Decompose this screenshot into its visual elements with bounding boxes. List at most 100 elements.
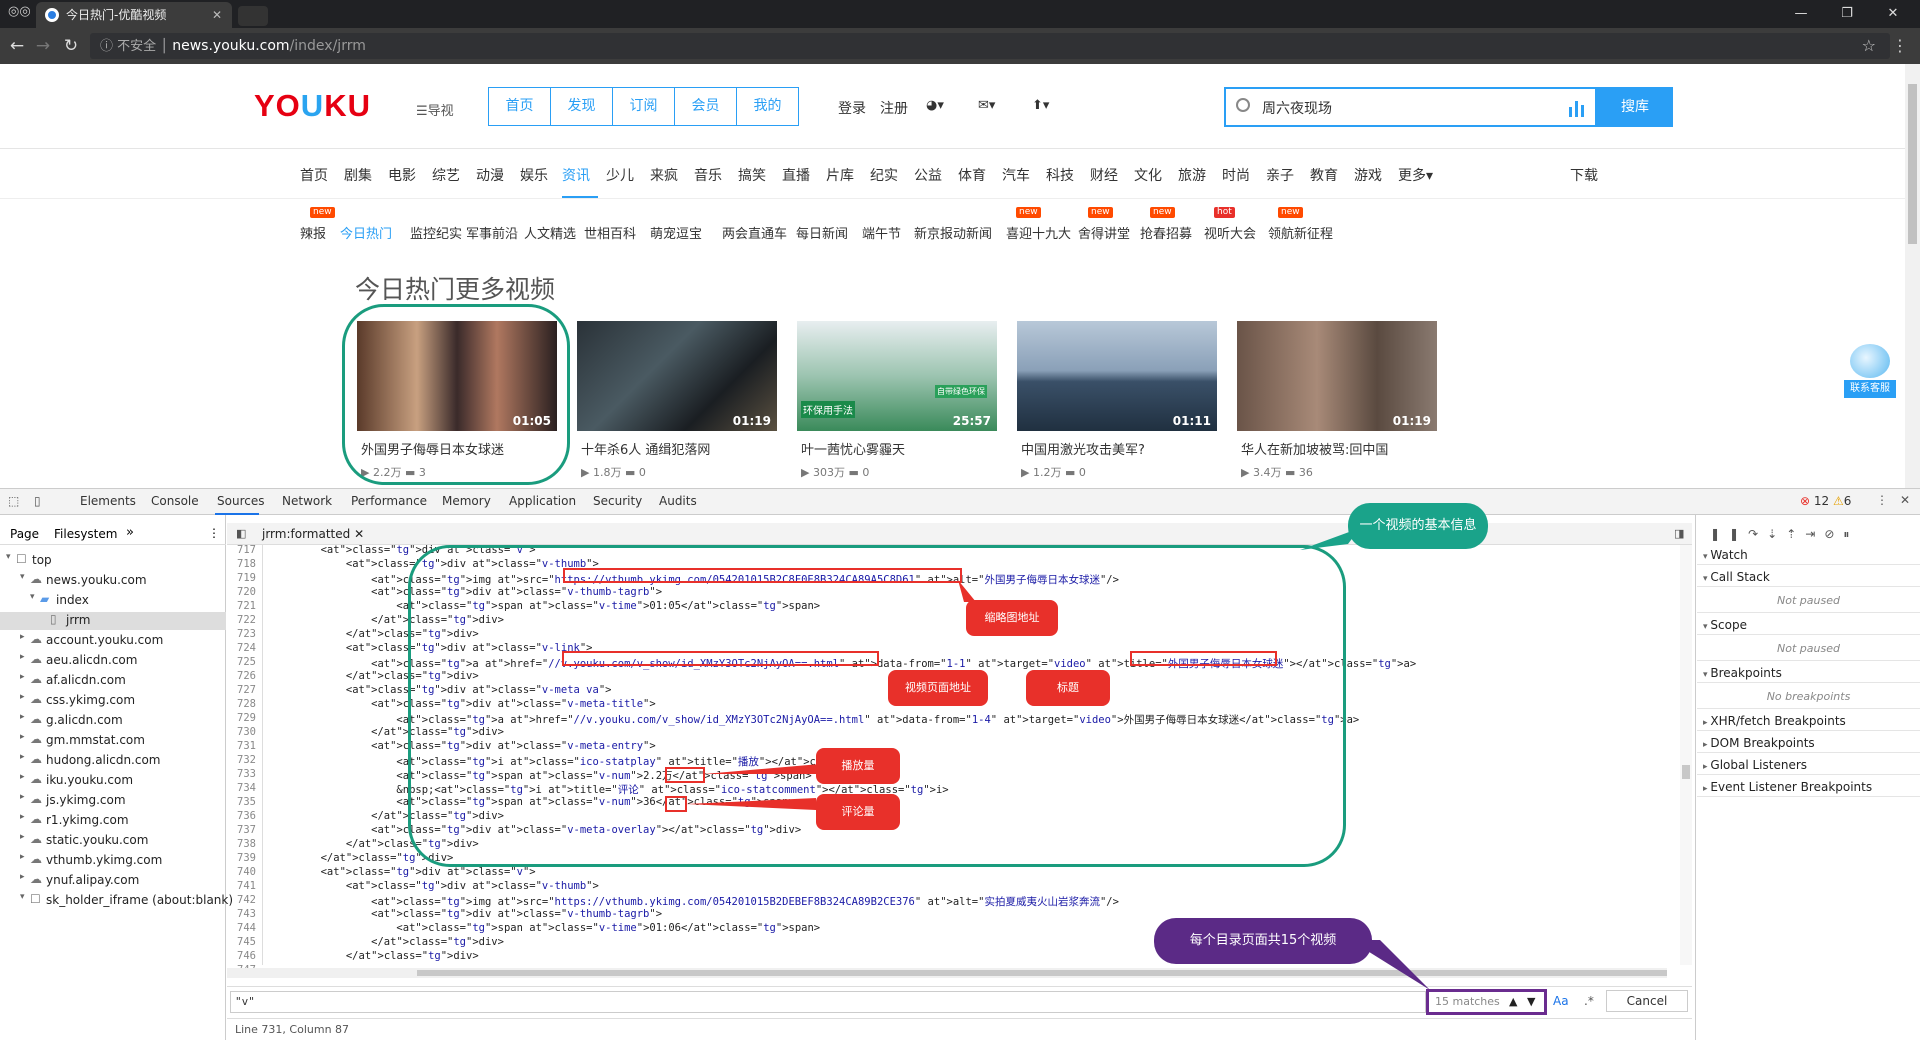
subcategory-6[interactable]: 萌宠逗宝 xyxy=(650,223,702,242)
category-21[interactable]: 时尚 xyxy=(1222,165,1250,185)
tab-page[interactable]: Page xyxy=(10,527,39,541)
guide-menu[interactable]: ☰导视 xyxy=(416,100,454,119)
category-20[interactable]: 旅游 xyxy=(1178,165,1206,185)
subcategory-12[interactable]: 舍得讲堂 xyxy=(1078,223,1130,242)
register-link[interactable]: 注册 xyxy=(880,98,908,118)
navigator-item[interactable]: ▸ ☁ hudong.alicdn.com xyxy=(0,752,226,770)
navigator-item[interactable]: ▸ ☁ aeu.alicdn.com xyxy=(0,652,226,670)
forward-icon[interactable]: → xyxy=(28,28,58,64)
match-case-toggle[interactable]: Aa xyxy=(1553,994,1569,1008)
category-10[interactable]: 搞笑 xyxy=(738,165,766,185)
video-title[interactable]: 华人在新加坡被骂:回中国 xyxy=(1237,439,1437,458)
expand-arrow-icon[interactable]: ▾ xyxy=(20,892,25,902)
restore-icon[interactable]: ❐ xyxy=(1824,0,1870,28)
navigator-item[interactable]: ▸ ☁ vthumb.ykimg.com xyxy=(0,852,226,870)
history-icon[interactable]: ◕▾ xyxy=(926,98,944,113)
category-23[interactable]: 教育 xyxy=(1310,165,1338,185)
browser-menu-icon[interactable]: ⋮ xyxy=(1892,28,1908,64)
expand-arrow-icon[interactable]: ▾ xyxy=(30,592,35,602)
nav-tab-discover[interactable]: 发现 xyxy=(550,87,613,126)
subcategory-2[interactable]: 监控纪实 xyxy=(410,223,462,242)
expand-arrow-icon[interactable]: ▸ xyxy=(20,772,25,782)
debugger-controls[interactable]: ❚❚↷⇣⇡⇥⊘⏸ xyxy=(1710,527,1858,542)
navigator-item[interactable]: ▸ ☁ iku.youku.com xyxy=(0,772,226,790)
navigator-item[interactable]: ▸ ☁ r1.ykimg.com xyxy=(0,812,226,830)
subcategory-9[interactable]: 端午节 xyxy=(862,223,901,242)
subcategory-13[interactable]: 抢春招募 xyxy=(1140,223,1192,242)
video-thumbnail[interactable]: 01:19 xyxy=(577,321,777,431)
navigator-item[interactable]: ▸ ☁ g.alicdn.com xyxy=(0,712,226,730)
subcategory-11[interactable]: 喜迎十九大 xyxy=(1006,223,1071,242)
category-1[interactable]: 剧集 xyxy=(344,165,372,185)
nav-tab-vip[interactable]: 会员 xyxy=(674,87,737,126)
devtools-tab-elements[interactable]: Elements xyxy=(80,494,136,508)
minimize-icon[interactable]: — xyxy=(1778,0,1824,28)
category-24[interactable]: 游戏 xyxy=(1354,165,1382,185)
category-4[interactable]: 动漫 xyxy=(476,165,504,185)
expand-arrow-icon[interactable]: ▾ xyxy=(20,572,25,582)
category-2[interactable]: 电影 xyxy=(388,165,416,185)
browser-tab[interactable]: 今日热门-优酷视频 ✕ xyxy=(36,2,232,28)
category-9[interactable]: 音乐 xyxy=(694,165,722,185)
expand-arrow-icon[interactable]: ▸ xyxy=(20,752,25,762)
devtools-tab-network[interactable]: Network xyxy=(282,494,332,508)
toggle-debugger-icon[interactable]: ◨ xyxy=(1674,527,1684,540)
navigator-item[interactable]: ▸ ☁ ynuf.alipay.com xyxy=(0,872,226,890)
navigator-item[interactable]: ▾ ☐ top xyxy=(0,552,226,570)
inspect-icon[interactable]: ⬚ xyxy=(8,494,19,508)
expand-arrow-icon[interactable]: ▸ xyxy=(20,692,25,702)
nav-tab-subscribe[interactable]: 订阅 xyxy=(612,87,675,126)
subcategory-15[interactable]: 领航新征程 xyxy=(1268,223,1333,242)
regex-toggle[interactable]: .* xyxy=(1584,994,1594,1008)
devtools-close-icon[interactable]: ✕ xyxy=(1900,493,1910,507)
new-tab-button[interactable] xyxy=(238,6,268,26)
category-15[interactable]: 体育 xyxy=(958,165,986,185)
category-5[interactable]: 娱乐 xyxy=(520,165,548,185)
youku-logo[interactable]: YOUKU xyxy=(254,88,371,124)
navigator-item[interactable]: ▾ ☐ sk_holder_iframe (about:blank) xyxy=(0,892,233,910)
video-card[interactable]: 01:19 十年杀6人 通缉犯落网 ▶ 1.8万 ▬ 0 xyxy=(577,321,777,480)
category-0[interactable]: 首页 xyxy=(300,165,328,185)
subcategory-4[interactable]: 人文精选 xyxy=(524,223,576,242)
navigator-item[interactable]: ▸ ☁ gm.mmstat.com xyxy=(0,732,226,750)
navigator-item[interactable]: ▯ jrrm xyxy=(0,612,226,630)
devtools-tab-memory[interactable]: Memory xyxy=(442,494,491,508)
category-22[interactable]: 亲子 xyxy=(1266,165,1294,185)
video-title[interactable]: 十年杀6人 通缉犯落网 xyxy=(577,439,777,458)
debugger-section-0[interactable]: ▾ Watch xyxy=(1697,545,1920,565)
search-button[interactable]: 搜库 xyxy=(1597,87,1673,127)
debugger-section-10[interactable]: ▸ Event Listener Breakpoints xyxy=(1697,777,1920,797)
subcategory-1[interactable]: 今日热门 xyxy=(340,223,392,242)
navigator-menu-icon[interactable]: ⋮ xyxy=(208,526,220,540)
find-input[interactable]: "v" xyxy=(230,991,1426,1013)
debugger-section-8[interactable]: ▸ DOM Breakpoints xyxy=(1697,733,1920,753)
file-tab[interactable]: jrrm:formatted ✕ xyxy=(262,527,364,541)
upload-icon[interactable]: ⬆▾ xyxy=(1032,98,1049,113)
message-icon[interactable]: ✉▾ xyxy=(978,98,995,113)
category-11[interactable]: 直播 xyxy=(782,165,810,185)
login-link[interactable]: 登录 xyxy=(838,98,866,118)
expand-arrow-icon[interactable]: ▸ xyxy=(20,732,25,742)
video-card[interactable]: 环保用手法 自带绿色环保 25:57 叶一茜忧心雾霾天 ▶ 303万 ▬ 0 xyxy=(797,321,997,480)
navigator-item[interactable]: ▸ ☁ af.alicdn.com xyxy=(0,672,226,690)
expand-arrow-icon[interactable]: ▸ xyxy=(20,652,25,662)
subcategory-10[interactable]: 新京报动新闻 xyxy=(914,223,992,242)
navigator-item[interactable]: ▸ ☁ js.ykimg.com xyxy=(0,792,226,810)
debugger-section-5[interactable]: ▾ Breakpoints xyxy=(1697,663,1920,683)
category-7[interactable]: 少儿 xyxy=(606,165,634,185)
next-match-icon[interactable]: ▼ xyxy=(1527,992,1535,1012)
video-thumbnail[interactable]: 01:19 xyxy=(1237,321,1437,431)
expand-arrow-icon[interactable]: ▸ xyxy=(20,832,25,842)
devtools-menu-icon[interactable]: ⋮ xyxy=(1876,493,1888,507)
video-card[interactable]: 01:11 中国用激光攻击美军? ▶ 1.2万 ▬ 0 xyxy=(1017,321,1217,480)
expand-arrow-icon[interactable]: ▸ xyxy=(20,792,25,802)
subcategory-0[interactable]: 辣报 xyxy=(300,223,326,242)
expand-arrow-icon[interactable]: ▸ xyxy=(20,712,25,722)
subcategory-8[interactable]: 每日新闻 xyxy=(796,223,848,242)
debugger-section-7[interactable]: ▸ XHR/fetch Breakpoints xyxy=(1697,711,1920,731)
expand-arrow-icon[interactable]: ▾ xyxy=(6,552,11,562)
download-link[interactable]: 下载 xyxy=(1570,165,1598,185)
issue-counts[interactable]: ⊗ 12 ⚠6 xyxy=(1800,494,1851,508)
reload-icon[interactable]: ↻ xyxy=(56,28,86,64)
voice-bars-icon[interactable] xyxy=(1569,97,1585,117)
